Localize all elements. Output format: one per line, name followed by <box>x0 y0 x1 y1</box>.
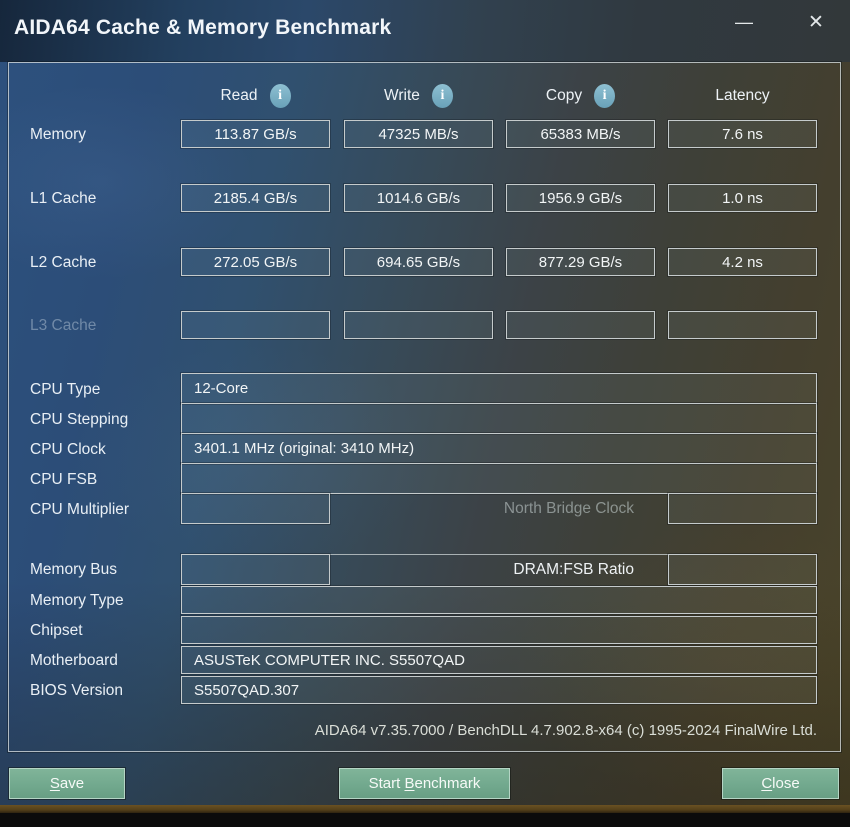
l3-latency-value <box>668 311 817 339</box>
row-label-memory-type: Memory Type <box>30 592 124 609</box>
row-label-chipset: Chipset <box>30 622 83 639</box>
dram-fsb-ratio-value <box>668 554 817 585</box>
close-button[interactable]: Close <box>722 768 839 799</box>
close-button-label-rest: lose <box>772 775 800 792</box>
l1-read-value: 2185.4 GB/s <box>181 184 330 212</box>
memory-read-value: 113.87 GB/s <box>181 120 330 148</box>
start-benchmark-mnemonic: B <box>404 775 415 792</box>
window-close-button[interactable]: ✕ <box>798 6 834 38</box>
save-button[interactable]: Save <box>9 768 125 799</box>
row-label-cpu-fsb: CPU FSB <box>30 471 98 488</box>
north-bridge-clock-label: North Bridge Clock <box>503 499 634 517</box>
version-credits-text: AIDA64 v7.35.7000 / BenchDLL 4.7.902.8-x… <box>314 722 817 739</box>
north-bridge-clock-value <box>668 493 817 524</box>
l1-copy-value: 1956.9 GB/s <box>506 184 655 212</box>
row-label-cpu-stepping: CPU Stepping <box>30 411 129 428</box>
row-label-bios-version: BIOS Version <box>30 682 124 699</box>
l2-latency-value: 4.2 ns <box>668 248 817 276</box>
row-label-memory-bus: Memory Bus <box>30 561 117 578</box>
l2-write-value: 694.65 GB/s <box>344 248 493 276</box>
bios-version-value: S5507QAD.307 <box>181 676 817 704</box>
cpu-type-value: 12-Core <box>181 373 817 404</box>
memory-latency-value: 7.6 ns <box>668 120 817 148</box>
row-label-cpu-clock: CPU Clock <box>30 441 106 458</box>
l1-latency-value: 1.0 ns <box>668 184 817 212</box>
row-label-cpu-multiplier: CPU Multiplier <box>30 501 130 518</box>
write-header-label: Write <box>384 87 420 104</box>
column-header-write: Write i <box>344 83 493 109</box>
l1-write-value: 1014.6 GB/s <box>344 184 493 212</box>
l2-copy-value: 877.29 GB/s <box>506 248 655 276</box>
minimize-button[interactable]: — <box>726 6 762 38</box>
window-title: AIDA64 Cache & Memory Benchmark <box>14 16 392 39</box>
chipset-value <box>181 616 817 644</box>
column-header-read: Read i <box>181 83 330 109</box>
row-label-l2-cache: L2 Cache <box>30 254 97 271</box>
start-benchmark-label-rest: enchmark <box>414 775 481 792</box>
info-icon[interactable]: i <box>594 84 616 108</box>
read-header-label: Read <box>220 87 258 104</box>
title-bar: AIDA64 Cache & Memory Benchmark — ✕ <box>0 0 850 62</box>
copy-header-label: Copy <box>545 87 583 104</box>
l3-write-value <box>344 311 493 339</box>
row-label-memory: Memory <box>30 126 86 143</box>
desktop-taskbar-strip <box>0 813 850 827</box>
minimize-icon: — <box>735 11 753 32</box>
memory-type-value <box>181 586 817 614</box>
memory-bus-value <box>181 554 330 585</box>
cpu-stepping-value <box>181 403 817 434</box>
motherboard-value: ASUSTeK COMPUTER INC. S5507QAD <box>181 646 817 674</box>
cpu-multiplier-value <box>181 493 330 524</box>
dram-fsb-ratio-label: DRAM:FSB Ratio <box>513 560 634 578</box>
row-label-l1-cache: L1 Cache <box>30 190 97 207</box>
close-icon: ✕ <box>808 11 824 33</box>
l3-read-value <box>181 311 330 339</box>
window-bottom-edge <box>0 805 850 813</box>
start-benchmark-button[interactable]: Start Benchmark <box>339 768 510 799</box>
l2-read-value: 272.05 GB/s <box>181 248 330 276</box>
info-icon[interactable]: i <box>269 84 291 108</box>
l3-copy-value <box>506 311 655 339</box>
memory-write-value: 47325 MB/s <box>344 120 493 148</box>
start-benchmark-label: Start <box>368 775 405 792</box>
row-label-l3-cache: L3 Cache <box>30 317 97 334</box>
memory-copy-value: 65383 MB/s <box>506 120 655 148</box>
row-label-motherboard: Motherboard <box>30 652 118 669</box>
row-label-cpu-type: CPU Type <box>30 381 101 398</box>
cpu-clock-value: 3401.1 MHz (original: 3410 MHz) <box>181 433 817 464</box>
save-button-mnemonic: S <box>49 775 60 792</box>
column-header-latency: Latency <box>668 83 817 109</box>
aida64-benchmark-window: AIDA64 Cache & Memory Benchmark — ✕ Read… <box>0 0 850 827</box>
latency-header-label: Latency <box>715 87 770 104</box>
save-button-label-rest: ave <box>59 775 85 792</box>
close-button-mnemonic: C <box>761 775 773 792</box>
column-header-copy: Copy i <box>506 83 655 109</box>
info-icon[interactable]: i <box>431 84 453 108</box>
cpu-fsb-value <box>181 463 817 494</box>
